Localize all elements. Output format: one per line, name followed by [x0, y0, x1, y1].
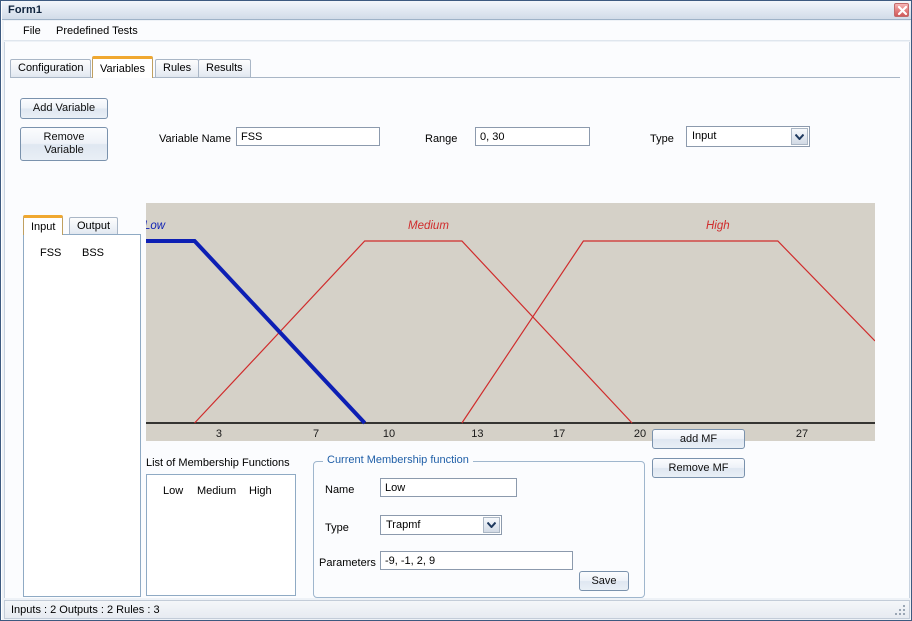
type-label: Type: [650, 133, 674, 145]
remove-variable-button[interactable]: Remove Variable: [20, 127, 108, 161]
xtick-label-7: 7: [313, 428, 319, 440]
application-window: Form1 File Predefined Tests Configuratio…: [0, 0, 912, 621]
mf-item-high[interactable]: High: [249, 485, 272, 497]
membership-function-list[interactable]: Low Medium High: [146, 474, 296, 596]
mf-item-medium[interactable]: Medium: [197, 485, 236, 497]
tab-rules[interactable]: Rules: [155, 59, 200, 78]
subtab-output[interactable]: Output: [69, 217, 119, 235]
type-dropdown[interactable]: Input: [686, 126, 810, 147]
chart-svg: Low Medium High 3 7 10 13 17 20 23 27: [146, 203, 875, 441]
variable-name-input[interactable]: [236, 127, 380, 146]
chevron-down-glyph: [487, 522, 496, 528]
menu-item-predefined-tests[interactable]: Predefined Tests: [51, 24, 143, 38]
membership-function-chart: Low Medium High 3 7 10 13 17 20 23 27: [146, 203, 875, 441]
chart-label-medium: Medium: [408, 220, 449, 232]
mf-parameters-label: Parameters: [319, 557, 376, 569]
status-bar: Inputs : 2 Outputs : 2 Rules : 3: [4, 600, 910, 619]
title-bar: Form1: [1, 1, 911, 20]
chart-label-low: Low: [146, 220, 166, 232]
xtick-label-3: 3: [216, 428, 222, 440]
variable-name-label: Variable Name: [159, 133, 231, 145]
remove-mf-button[interactable]: Remove MF: [652, 458, 745, 478]
range-input[interactable]: [475, 127, 590, 146]
mf-item-low[interactable]: Low: [163, 485, 183, 497]
xtick-label-20: 20: [634, 428, 646, 440]
variable-kind-tabs: Input Output: [23, 215, 141, 235]
menu-bar: File Predefined Tests: [4, 21, 910, 41]
range-label: Range: [425, 133, 458, 145]
chart-background: [146, 203, 875, 441]
resize-grip-icon[interactable]: [894, 604, 906, 616]
save-button[interactable]: Save: [579, 571, 629, 591]
content-pane: Configuration Variables Rules Results Ad…: [4, 42, 910, 598]
tab-variables[interactable]: Variables: [92, 56, 154, 78]
remove-variable-label-line2: Variable: [44, 144, 84, 156]
mf-name-input[interactable]: [380, 478, 517, 497]
xtick-label-13: 13: [471, 428, 483, 440]
current-membership-function-legend: Current Membership function: [323, 454, 473, 466]
chart-label-high: High: [706, 220, 730, 232]
close-button[interactable]: [894, 3, 909, 17]
tab-configuration[interactable]: Configuration: [10, 59, 92, 78]
tab-results[interactable]: Results: [198, 59, 251, 78]
menu-item-file[interactable]: File: [18, 24, 46, 38]
close-x-icon: [897, 5, 908, 16]
list-item-bss[interactable]: BSS: [82, 247, 104, 259]
mf-name-label: Name: [325, 484, 355, 496]
variable-list[interactable]: FSS BSS: [23, 234, 141, 597]
mf-type-dropdown[interactable]: Trapmf: [380, 515, 502, 535]
mf-type-label: Type: [325, 522, 349, 534]
chevron-down-icon[interactable]: [483, 517, 500, 533]
remove-variable-label-line1: Remove: [43, 131, 85, 144]
type-dropdown-value: Input: [692, 130, 717, 142]
add-mf-button[interactable]: add MF: [652, 429, 745, 449]
xtick-label-17: 17: [553, 428, 565, 440]
mf-list-title: List of Membership Functions: [146, 457, 290, 469]
xtick-label-10: 10: [383, 428, 395, 440]
subtab-input[interactable]: Input: [23, 215, 64, 235]
chevron-down-icon[interactable]: [791, 128, 808, 145]
xtick-label-27: 27: [796, 428, 808, 440]
add-variable-button[interactable]: Add Variable: [20, 98, 108, 119]
mf-type-dropdown-value: Trapmf: [386, 519, 421, 531]
status-text: Inputs : 2 Outputs : 2 Rules : 3: [11, 604, 160, 616]
tab-strip: Configuration Variables Rules Results: [10, 56, 900, 78]
chevron-down-glyph: [795, 133, 804, 140]
window-title: Form1: [8, 4, 43, 16]
mf-parameters-input[interactable]: [380, 551, 573, 570]
list-item-fss[interactable]: FSS: [40, 247, 61, 259]
